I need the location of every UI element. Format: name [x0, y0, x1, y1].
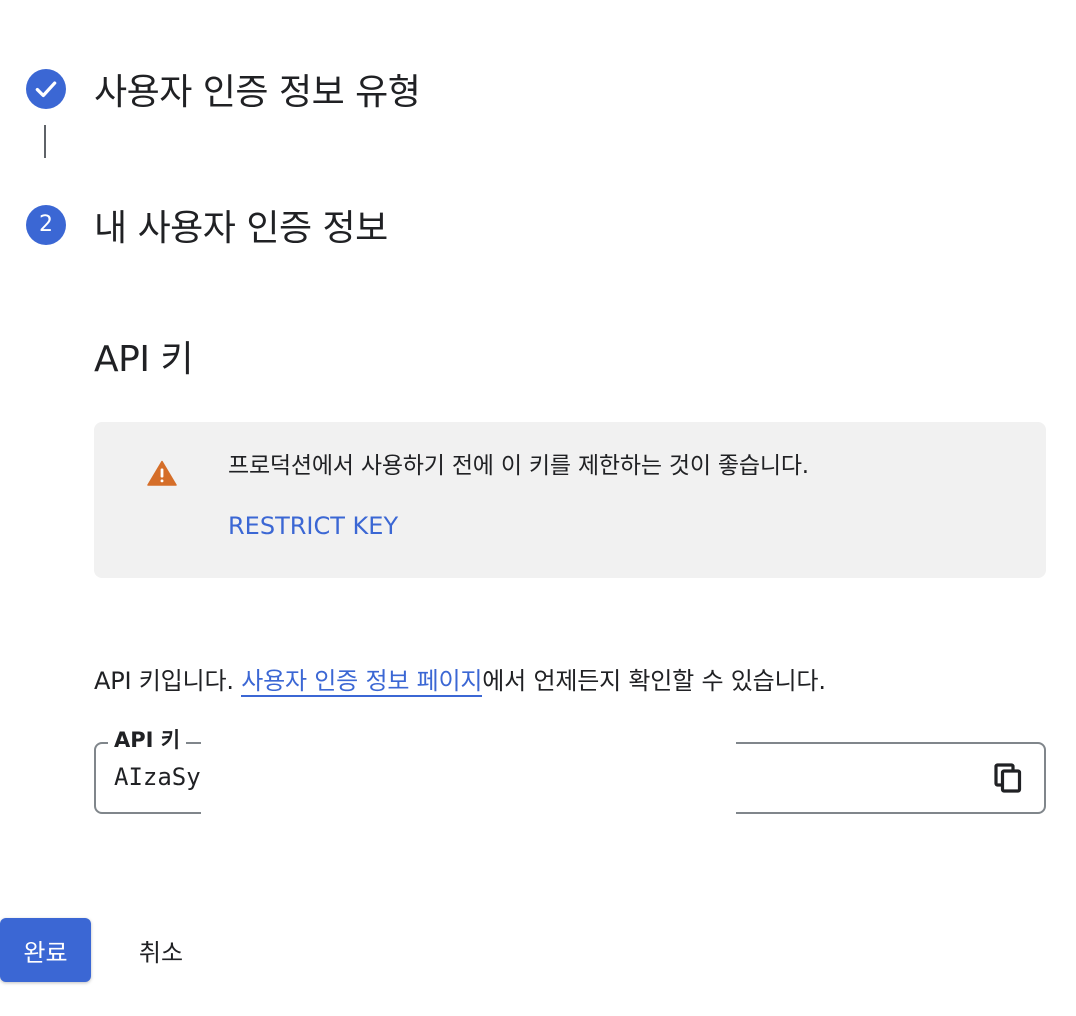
api-key-input[interactable]	[114, 763, 202, 791]
step-completed-badge	[26, 69, 66, 109]
cancel-button[interactable]: 취소	[118, 918, 204, 982]
info-prefix: API 키입니다.	[94, 667, 242, 695]
step-number: 2	[39, 212, 53, 237]
step-credential-type: 사용자 인증 정보 유형	[26, 63, 421, 115]
info-line: API 키입니다. 사용자 인증 정보 페이지에서 언제든지 확인할 수 있습니…	[94, 661, 826, 697]
warning-icon	[147, 460, 177, 486]
restrict-key-link[interactable]: RESTRICT KEY	[228, 512, 398, 540]
step-my-credentials: 2 내 사용자 인증 정보	[26, 199, 388, 251]
notice-text: 프로덕션에서 사용하기 전에 이 키를 제한하는 것이 좋습니다.	[228, 453, 809, 479]
info-suffix: 에서 언제든지 확인할 수 있습니다.	[482, 667, 826, 695]
check-icon	[35, 81, 57, 98]
step-number-badge: 2	[26, 205, 66, 245]
copy-button[interactable]	[990, 760, 1026, 796]
section-title: API 키	[94, 339, 194, 380]
api-key-label: API 키	[108, 727, 187, 753]
credentials-page-link[interactable]: 사용자 인증 정보 페이지	[241, 667, 482, 697]
done-button[interactable]: 완료	[0, 918, 91, 982]
step-2-title: 내 사용자 인증 정보	[94, 208, 388, 249]
step-connector	[44, 125, 46, 158]
step-1-title: 사용자 인증 정보 유형	[94, 72, 421, 113]
copy-icon	[994, 763, 1022, 793]
redacted-key-area	[201, 728, 736, 828]
restrict-key-notice: 프로덕션에서 사용하기 전에 이 키를 제한하는 것이 좋습니다. RESTRI…	[94, 422, 1046, 578]
